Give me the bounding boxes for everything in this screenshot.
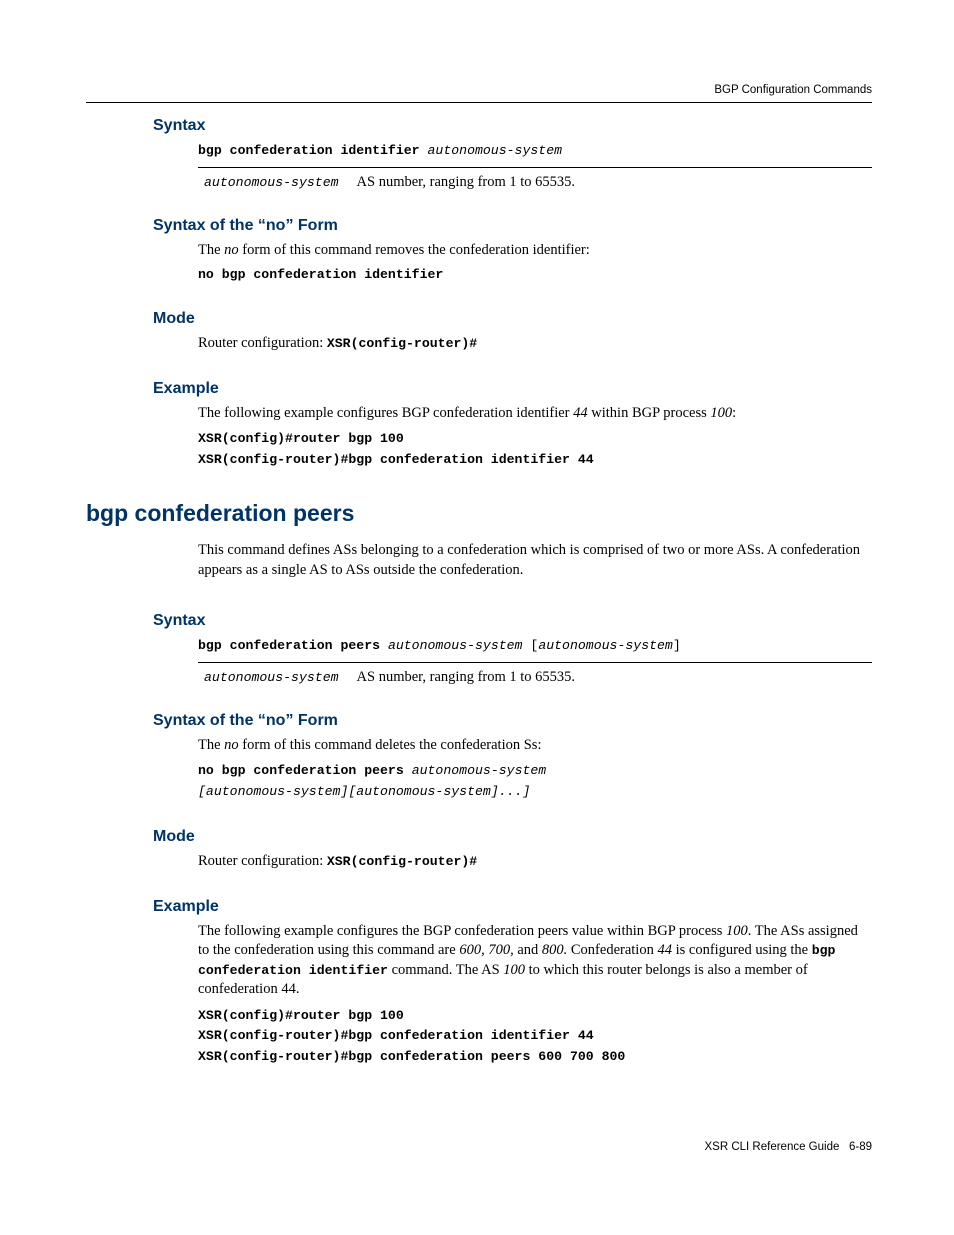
syntax-cmd-ital: autonomous-system: [428, 143, 563, 158]
section-heading-example2: Example: [153, 898, 872, 916]
ex2-a: The following example configures the BGP…: [198, 923, 726, 939]
page: BGP Configuration Commands Syntax bgp co…: [0, 0, 954, 1235]
noform2-intro: The no form of this command deletes the …: [198, 736, 872, 802]
section-heading-syntax: Syntax: [153, 117, 872, 135]
ex1-c: within BGP process: [588, 405, 711, 421]
param-row2: autonomous-system AS number, ranging fro…: [204, 669, 872, 686]
ex1-a: The following example configures BGP con…: [198, 405, 573, 421]
param-name2: autonomous-system: [204, 670, 339, 685]
ex2-l: 100: [503, 962, 525, 978]
example-code: XSR(config)#router bgp 100 XSR(config-ro…: [198, 429, 872, 470]
nf2-l2c: ][: [340, 784, 356, 799]
nf2-l1b: no bgp confederation peers: [198, 763, 412, 778]
nf2-l2e: ]...]: [491, 784, 531, 799]
example-intro: The following example configures BGP con…: [198, 404, 872, 424]
code-line: XSR(config)#router bgp 100: [198, 1006, 872, 1026]
section-heading-noform: Syntax of the “no” Form: [153, 217, 872, 235]
mode2-mono: XSR(config-router)#: [327, 854, 477, 869]
noform-pre: The: [198, 242, 224, 258]
syn2-mid: [: [522, 638, 538, 653]
ex2-k: command. The AS: [388, 962, 503, 978]
code-line: XSR(config)#router bgp 100: [198, 429, 872, 449]
noform2-code: no bgp confederation peers autonomous-sy…: [198, 761, 872, 802]
nf2-l1i: autonomous-system: [412, 763, 547, 778]
section-heading-mode: Mode: [153, 310, 872, 328]
ex2-g: Confederation: [567, 942, 657, 958]
syn2-bold: bgp confederation peers: [198, 638, 388, 653]
code-line: XSR(config-router)#bgp confederation ide…: [198, 1026, 872, 1046]
section-heading-noform2: Syntax of the “no” Form: [153, 712, 872, 730]
noform-post: form of this command removes the confede…: [239, 242, 590, 258]
code-line: XSR(config-router)#bgp confederation pee…: [198, 1047, 872, 1067]
footer-doc: XSR CLI Reference Guide: [705, 1141, 840, 1153]
syn2-end: ]: [673, 638, 681, 653]
ex2-i: is configured using the: [672, 942, 812, 958]
syn2-i2: autonomous-system: [538, 638, 673, 653]
param-row: autonomous-system AS number, ranging fro…: [204, 174, 872, 191]
param-desc: AS number, ranging from 1 to 65535.: [357, 174, 576, 191]
cmd2-intro-text: This command defines ASs belonging to a …: [198, 541, 872, 580]
nf2-l2d: autonomous-system: [356, 784, 491, 799]
ex2-e: and: [514, 942, 542, 958]
header-breadcrumb: BGP Configuration Commands: [86, 84, 872, 96]
mode2-text: Router configuration: XSR(config-router)…: [198, 852, 872, 872]
ex2-b: 100: [726, 923, 748, 939]
nf2-l2a: [: [198, 784, 206, 799]
noform-cmd: no bgp confederation identifier: [198, 266, 872, 284]
syn2-i1: autonomous-system: [388, 638, 523, 653]
ex1-b: 44: [573, 405, 588, 421]
command-title: bgp confederation peers: [86, 500, 872, 527]
section-heading-syntax2: Syntax: [153, 612, 872, 630]
nf2-ital: no: [224, 737, 239, 753]
mode-text: Router configuration: XSR(config-router)…: [198, 334, 872, 354]
page-footer: XSR CLI Reference Guide 6-89: [705, 1141, 873, 1153]
footer-page: 6-89: [849, 1141, 872, 1153]
ex2-f: 800.: [542, 942, 567, 958]
param-divider: [198, 167, 872, 168]
mode2-pre: Router configuration:: [198, 853, 327, 869]
noform-ital: no: [224, 242, 239, 258]
header-rule: [86, 102, 872, 103]
nf2-l2b: autonomous-system: [206, 784, 341, 799]
ex2-d: 600, 700,: [459, 942, 513, 958]
syntax-cmd-bold: bgp confederation identifier: [198, 143, 428, 158]
syntax2-line: bgp confederation peers autonomous-syste…: [198, 636, 872, 656]
nf2-pre: The: [198, 737, 224, 753]
ex1-d: 100: [710, 405, 732, 421]
section-heading-mode2: Mode: [153, 828, 872, 846]
cmd2-intro: This command defines ASs belonging to a …: [198, 541, 872, 580]
code-line: XSR(config-router)#bgp confederation ide…: [198, 450, 872, 470]
example2-intro: The following example configures the BGP…: [198, 922, 872, 1000]
noform-intro: The no form of this command removes the …: [198, 241, 872, 284]
param-desc2: AS number, ranging from 1 to 65535.: [357, 669, 576, 686]
mode-pre: Router configuration:: [198, 335, 327, 351]
ex1-e: :: [732, 405, 736, 421]
syntax-line: bgp confederation identifier autonomous-…: [198, 141, 872, 161]
section-heading-example: Example: [153, 380, 872, 398]
ex2-h: 44: [657, 942, 672, 958]
mode-mono: XSR(config-router)#: [327, 336, 477, 351]
param-divider2: [198, 662, 872, 663]
param-name: autonomous-system: [204, 175, 339, 190]
example2-code: XSR(config)#router bgp 100 XSR(config-ro…: [198, 1006, 872, 1067]
nf2-post: form of this command deletes the confede…: [239, 737, 542, 753]
